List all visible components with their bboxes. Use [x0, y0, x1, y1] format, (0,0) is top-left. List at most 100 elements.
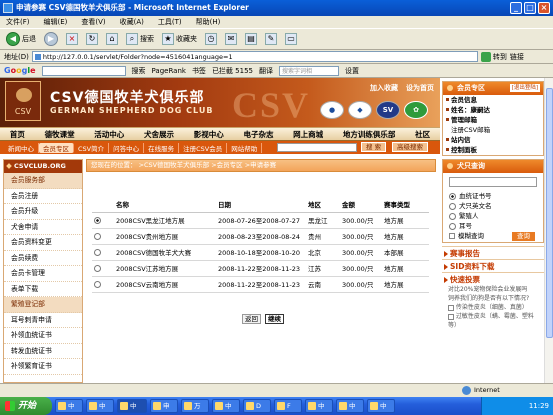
fuzzy-checkbox[interactable] [449, 233, 455, 239]
taskbar-item[interactable]: 中 [86, 399, 114, 413]
nav-home[interactable]: 首页 [10, 129, 25, 140]
table-row[interactable]: 2008CSV贵州地方展 2008-08-23至2008-08-24 贵州 30… [92, 228, 429, 245]
menu-favorites[interactable]: 收藏(A) [120, 16, 144, 28]
subnav-help[interactable]: 网站帮助 [227, 142, 263, 153]
taskbar-item[interactable]: 中 [336, 399, 364, 413]
vote-option-1[interactable]: 传染性皮炎（细菌、真菌） [442, 303, 544, 312]
radio-pedigree[interactable] [449, 192, 456, 200]
option-english-name[interactable]: 犬只英文名 [443, 201, 543, 211]
taskbar-item[interactable]: 中 [305, 399, 333, 413]
back-button-form[interactable]: 返回 [242, 314, 261, 324]
folder-button[interactable]: ▭ [283, 30, 299, 48]
sponsor-logo-2[interactable]: ◆ [348, 101, 372, 119]
sidebar-section-breeding[interactable]: 繁殖登记部 [4, 297, 82, 313]
table-row[interactable]: 2008CSV黑龙江地方展 2008-07-26至2008-07-27 黑龙江 … [92, 212, 429, 229]
table-row[interactable]: 2008CSV江苏地方展 2008-11-22至2008-11-23 江苏 30… [92, 260, 429, 277]
radio-english-name[interactable] [449, 202, 456, 210]
taskbar-item[interactable]: D [243, 399, 271, 413]
sidebar-item[interactable]: 会员注册 [4, 189, 82, 204]
taskbar-item[interactable]: 申 [150, 399, 178, 413]
sidebar-item[interactable]: 转发血统证书 [4, 344, 82, 359]
club-logo[interactable]: CSV [5, 81, 41, 121]
popup-blocked[interactable]: 已拦截 5155 [212, 66, 253, 76]
manage-mail-link[interactable]: 管理邮箱 [443, 115, 543, 125]
subnav-about[interactable]: CSV简介 [74, 142, 110, 153]
nav-community[interactable]: 社区 [415, 129, 430, 140]
taskbar-item[interactable]: F [274, 399, 302, 413]
event-radio[interactable] [94, 248, 101, 256]
sidebar-item[interactable]: 补领血统证书 [4, 328, 82, 344]
subnav-service[interactable]: 在线服务 [144, 142, 180, 153]
table-row[interactable]: 2008CSV云南地方展 2008-11-22至2008-11-23 云南 30… [92, 276, 429, 293]
sponsor-logo-4[interactable]: ✿ [404, 101, 428, 119]
start-button[interactable]: 开始 [0, 397, 52, 415]
sidebar-item[interactable]: 补领繁育证书 [4, 359, 82, 375]
event-radio[interactable] [94, 216, 101, 224]
site-search-button[interactable]: 搜 索 [361, 142, 387, 152]
nav-video[interactable]: 影视中心 [194, 129, 224, 140]
address-input[interactable]: http://127.0.0.1/servlet/Folder?node=451… [31, 51, 478, 62]
nav-class[interactable]: 德牧课堂 [45, 129, 75, 140]
option-breeder[interactable]: 繁殖人 [443, 211, 543, 221]
menu-file[interactable]: 文件(F) [6, 16, 30, 28]
add-favorite-link[interactable]: 加入收藏 [370, 83, 398, 93]
subnav-member[interactable]: 会员专区 [39, 142, 74, 153]
set-homepage-link[interactable]: 设为首页 [406, 83, 434, 93]
site-search-input[interactable] [277, 143, 357, 152]
taskbar-item[interactable]: 中 [367, 399, 395, 413]
sponsor-logo-1[interactable]: ● [320, 101, 344, 119]
menu-edit[interactable]: 编辑(E) [44, 16, 68, 28]
links-label[interactable]: 链接 [510, 52, 524, 62]
sidebar-item[interactable]: 会员升级 [4, 204, 82, 220]
bookmarks-button[interactable]: 书签 [192, 66, 206, 76]
event-radio[interactable] [94, 264, 101, 272]
favorites-button[interactable]: ★ 收藏夹 [160, 30, 199, 48]
history-button[interactable]: ◷ [203, 30, 219, 48]
vote-checkbox-1[interactable] [448, 304, 454, 311]
vote-option-2[interactable]: 过敏性皮炎（螨、霉菌、塑料等） [442, 312, 544, 330]
taskbar-item-active[interactable]: 中 [117, 399, 147, 413]
minimize-button[interactable]: _ [510, 2, 522, 14]
vertical-scrollbar[interactable] [544, 78, 553, 383]
back-button[interactable]: ◀ 后退 [4, 30, 38, 48]
vote-checkbox-2[interactable] [448, 313, 454, 320]
messages-link[interactable]: 站内信 [443, 135, 543, 145]
stop-button[interactable]: × [64, 30, 80, 48]
news-event-report[interactable]: 赛事报告 [442, 246, 544, 259]
sidebar-section-member[interactable]: 会员服务部 [4, 173, 82, 189]
translate-button[interactable]: 翻译 [259, 66, 273, 76]
dog-search-button[interactable]: 查询 [512, 232, 535, 241]
sidebar-item[interactable]: 会员卡管理 [4, 266, 82, 282]
forward-button[interactable]: ▶ [42, 30, 60, 48]
event-radio[interactable] [94, 232, 101, 240]
register-mail-link[interactable]: 注册CSV邮箱 [443, 125, 543, 135]
nav-magazine[interactable]: 电子杂志 [243, 129, 273, 140]
news-sid-download[interactable]: SID资料下载 [442, 259, 544, 272]
nav-events[interactable]: 活动中心 [94, 129, 124, 140]
sponsor-logo-sv[interactable]: SV [376, 101, 400, 119]
dog-search-input[interactable] [449, 177, 537, 187]
subnav-qa[interactable]: 问答中心 [109, 142, 145, 153]
logout-link[interactable]: [退出登陆] [509, 84, 540, 92]
sidebar-item[interactable]: 会员续费 [4, 251, 82, 266]
google-search-input[interactable] [41, 65, 126, 76]
mail-button[interactable]: ✉ [223, 30, 239, 48]
subnav-news[interactable]: 新闻中心 [4, 142, 39, 153]
go-button[interactable]: 转到 [480, 51, 507, 62]
find-input[interactable]: 搜索字词相 [278, 65, 339, 76]
settings-button[interactable]: 设置 [345, 66, 359, 76]
option-pedigree[interactable]: 血统证书号 [443, 191, 543, 201]
nav-kennels[interactable]: 犬舍展示 [144, 129, 174, 140]
pagerank-indicator[interactable]: PageRank [152, 67, 186, 75]
menu-help[interactable]: 帮助(H) [196, 16, 221, 28]
option-ear-tag[interactable]: 耳号 [443, 221, 543, 231]
sidebar-item[interactable]: 表单下载 [4, 282, 82, 297]
scrollbar-thumb[interactable] [546, 88, 553, 338]
menu-tools[interactable]: 工具(T) [158, 16, 182, 28]
taskbar-item[interactable]: 中 [212, 399, 240, 413]
event-radio[interactable] [94, 280, 101, 288]
nav-clubs[interactable]: 地方训练俱乐部 [343, 129, 396, 140]
control-panel-link[interactable]: 控制面板 [443, 145, 543, 155]
continue-button[interactable]: 继续 [265, 314, 284, 324]
subnav-register[interactable]: 注册CSV会员 [179, 142, 228, 153]
